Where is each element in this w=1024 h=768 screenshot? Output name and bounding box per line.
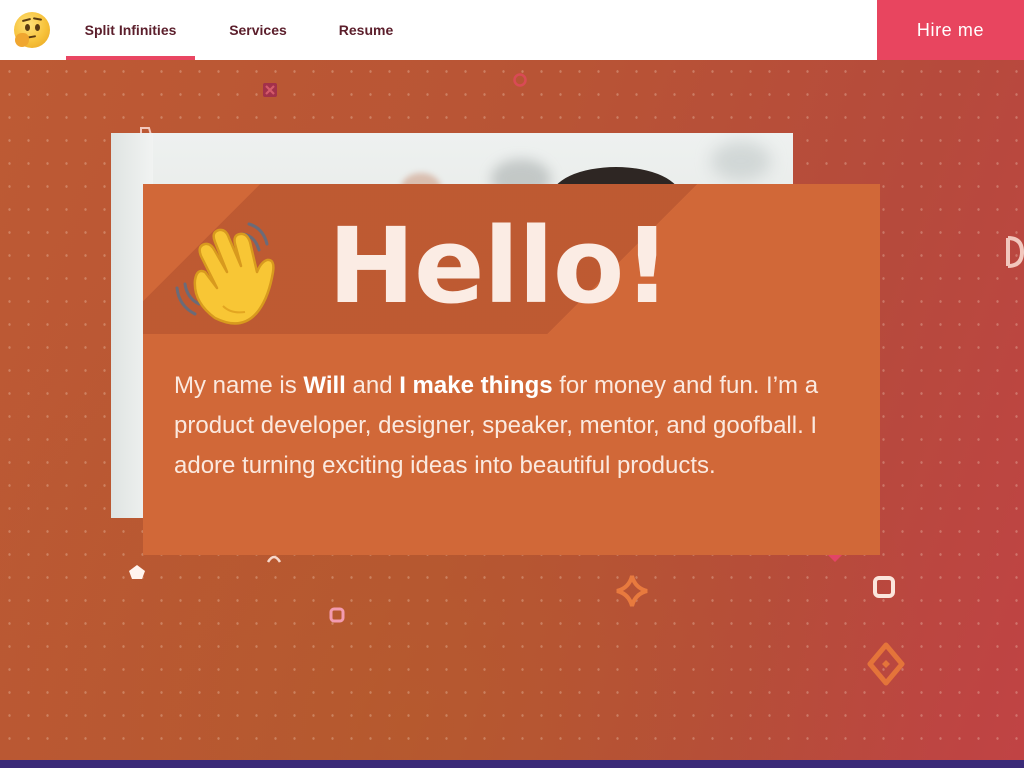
ring-shape-icon: [513, 73, 527, 87]
intro-card: Hello! My name is Will and I make things…: [143, 184, 880, 555]
intro-name: Will: [303, 372, 346, 399]
sparkle-shape-icon: [616, 575, 648, 607]
half-ring-shape-icon: [1006, 236, 1024, 268]
top-nav: Split Infinities Services Resume Hire me: [0, 0, 1024, 60]
waving-hand-icon: [175, 222, 275, 325]
footer-band: [0, 760, 1024, 768]
square-ring-shape-icon: [873, 576, 895, 598]
nav-item-services[interactable]: Services: [224, 0, 292, 60]
arc-shape-icon: [266, 555, 282, 563]
intro-text: My name is Will and I make things for mo…: [174, 372, 819, 479]
hero-title: Hello!: [328, 205, 671, 327]
nav-item-resume[interactable]: Resume: [334, 0, 398, 60]
hero-section: Hello! My name is Will and I make things…: [0, 60, 1024, 760]
diamond-shape-icon: [867, 642, 905, 686]
thinking-face-icon[interactable]: [14, 12, 50, 48]
x-shape-icon: [263, 83, 277, 97]
intro-highlight: I make things: [399, 372, 553, 399]
nav-item-split-infinities[interactable]: Split Infinities: [66, 0, 195, 60]
square-ring-shape-icon: [329, 607, 345, 623]
hire-me-button[interactable]: Hire me: [877, 0, 1024, 60]
pentagon-shape-icon: [129, 565, 145, 579]
